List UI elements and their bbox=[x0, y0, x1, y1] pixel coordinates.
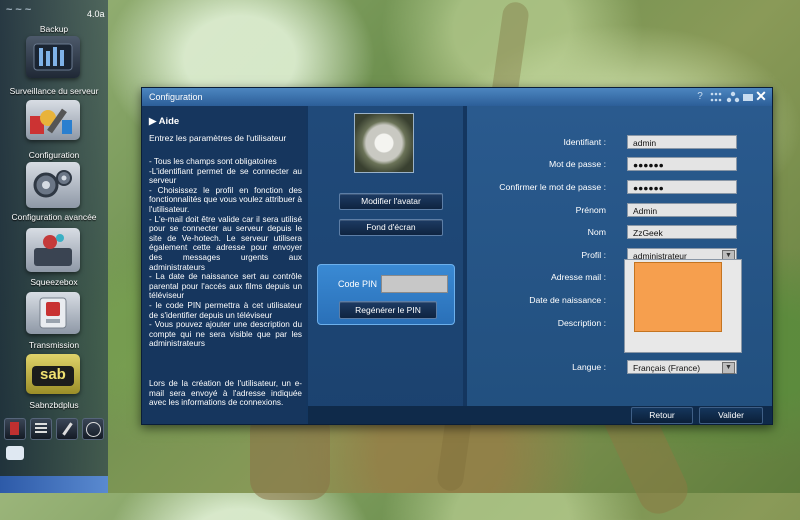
sidebar-item-backup[interactable] bbox=[26, 36, 80, 78]
identifiant-label: Identifiant : bbox=[563, 137, 606, 147]
help-icon[interactable]: ? bbox=[694, 91, 706, 103]
wallpaper-button[interactable]: Fond d'écran bbox=[339, 219, 443, 236]
sidebar-item-squeezebox[interactable] bbox=[26, 228, 80, 272]
pin-field[interactable] bbox=[381, 275, 448, 293]
app-logo: ~~~ bbox=[6, 4, 35, 16]
help-line: -L'identifiant permet de se connecter au… bbox=[149, 166, 302, 186]
help-line: - Vous pouvez ajouter une description du… bbox=[149, 320, 302, 349]
network-icon[interactable] bbox=[726, 91, 740, 103]
help-line: - Tous les champs sont obligatoires bbox=[149, 157, 277, 166]
regenerate-pin-button[interactable]: Regénérer le PIN bbox=[339, 301, 437, 319]
quick-launch-2[interactable] bbox=[30, 418, 52, 440]
confirm-password-label: Confirmer le mot de passe : bbox=[499, 182, 606, 192]
squeezebox-icon bbox=[34, 234, 72, 266]
back-button[interactable]: Retour bbox=[631, 407, 693, 424]
quick-launch-1[interactable] bbox=[4, 418, 26, 440]
nom-input[interactable]: ZzGeek bbox=[627, 225, 737, 239]
birthdate-label: Date de naissance : bbox=[529, 295, 606, 305]
sidebar-label-backup: Backup bbox=[39, 24, 69, 34]
sidebar-label-squeezebox: Squeezebox bbox=[30, 277, 78, 287]
flag-icon bbox=[10, 422, 19, 435]
grid-icon[interactable] bbox=[709, 91, 723, 103]
window-title: Configuration bbox=[149, 92, 203, 102]
user-form: Identifiant : admin Mot de passe : ●●●●●… bbox=[467, 106, 772, 406]
confirm-password-input[interactable]: ●●●●●● bbox=[627, 180, 737, 194]
chevron-down-icon[interactable]: ▼ bbox=[722, 362, 735, 374]
profil-label: Profil : bbox=[581, 250, 606, 260]
avatar-panel: Modifier l'avatar Fond d'écran Code PIN … bbox=[308, 106, 463, 424]
sidebar-item-sabnzbdplus[interactable]: sab bbox=[26, 354, 80, 394]
sidebar-label-configuration: Configuration bbox=[28, 150, 80, 160]
help-line: - La date de naissance sert au contrôle … bbox=[149, 272, 302, 301]
langue-select[interactable]: Français (France) ▼ bbox=[627, 360, 737, 374]
tools-icon bbox=[30, 108, 72, 134]
close-button[interactable]: ✕ bbox=[754, 89, 768, 104]
help-intro: Entrez les paramètres de l'utilisateur bbox=[149, 133, 287, 143]
password-input[interactable]: ●●●●●● bbox=[627, 157, 737, 171]
validate-button[interactable]: Valider bbox=[699, 407, 763, 424]
window-titlebar[interactable]: Configuration ? ✕ bbox=[142, 88, 772, 106]
pin-label: Code PIN bbox=[338, 279, 378, 289]
langue-label: Langue : bbox=[572, 362, 606, 372]
quick-launch-3[interactable] bbox=[56, 418, 78, 440]
gears-icon bbox=[33, 170, 72, 198]
sidebar-label-surveillance: Surveillance du serveur bbox=[9, 86, 99, 96]
password-label: Mot de passe : bbox=[549, 159, 606, 169]
identifiant-input[interactable]: admin bbox=[627, 135, 737, 149]
help-line: - le code PIN permettra à cet utilisateu… bbox=[149, 300, 302, 320]
sidebar-item-transmission[interactable] bbox=[26, 292, 80, 334]
avatar-image bbox=[354, 113, 414, 173]
minimize-icon[interactable] bbox=[742, 91, 754, 103]
sidebar: ~~~ 4.0a Backup Surveillance du serveur … bbox=[0, 0, 108, 493]
help-panel: ▶ Aide Entrez les paramètres de l'utilis… bbox=[142, 106, 306, 424]
backup-icon bbox=[33, 43, 73, 71]
description-label: Description : bbox=[557, 318, 606, 328]
redaction-overlay bbox=[634, 262, 722, 332]
prenom-label: Prénom bbox=[575, 205, 606, 215]
sidebar-item-configuration-avancee[interactable] bbox=[26, 162, 80, 208]
sidebar-label-sabnzbdplus: Sabnzbdplus bbox=[29, 400, 79, 410]
quick-launch-4[interactable] bbox=[82, 418, 104, 440]
film-reel-icon bbox=[86, 422, 101, 437]
nom-label: Nom bbox=[587, 227, 606, 237]
sidebar-label-transmission: Transmission bbox=[28, 340, 80, 350]
help-body: - Tous les champs sont obligatoires -L'i… bbox=[149, 157, 302, 349]
help-heading: ▶ Aide bbox=[149, 116, 180, 127]
sab-logo-text: sab bbox=[40, 366, 66, 383]
list-icon bbox=[35, 423, 47, 434]
sidebar-label-configuration-avancee: Configuration avancée bbox=[11, 212, 97, 222]
help-footer: Lors de la création de l'utilisateur, un… bbox=[149, 379, 302, 408]
langue-value: Français (France) bbox=[633, 363, 701, 373]
taskbar-strip bbox=[0, 476, 108, 493]
email-label: Adresse mail : bbox=[550, 272, 606, 282]
configuration-window: Configuration ? ✕ ▶ Aide Entrez les para… bbox=[141, 87, 773, 425]
pen-icon bbox=[62, 422, 73, 436]
pin-box: Code PIN Regénérer le PIN bbox=[317, 264, 455, 325]
version-label: 4.0a bbox=[87, 9, 105, 19]
help-line: - Choisissez le profil en fonction des f… bbox=[149, 185, 302, 214]
transmission-icon bbox=[39, 297, 67, 329]
help-line: - L'e-mail doit être valide car il sera … bbox=[149, 214, 302, 272]
prenom-input[interactable]: Admin bbox=[627, 203, 737, 217]
modify-avatar-button[interactable]: Modifier l'avatar bbox=[339, 193, 443, 210]
cloud-icon[interactable] bbox=[6, 446, 24, 460]
sidebar-item-configuration[interactable] bbox=[26, 100, 80, 140]
